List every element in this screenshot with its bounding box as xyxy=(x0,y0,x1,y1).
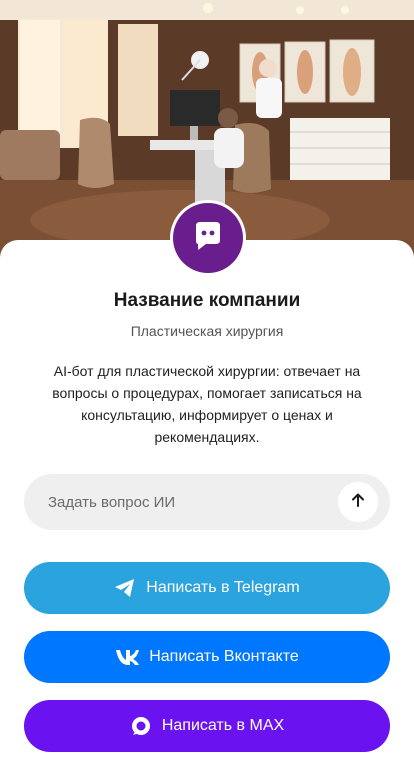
max-icon xyxy=(130,715,152,737)
telegram-button-label: Написать в Telegram xyxy=(146,579,300,596)
company-name: Название компании xyxy=(113,290,301,311)
vk-button[interactable]: Написать Вконтакте xyxy=(24,631,390,683)
telegram-icon xyxy=(114,578,136,598)
company-avatar xyxy=(170,200,246,276)
chat-bot-icon xyxy=(190,218,226,259)
company-description: AI-бот для пластической хирургии: отвеча… xyxy=(52,363,362,445)
max-button[interactable]: Написать в MAX xyxy=(24,700,390,752)
company-category: Пластическая хирургия xyxy=(130,323,284,339)
arrow-up-icon xyxy=(349,491,367,514)
vk-button-label: Написать Вконтакте xyxy=(149,648,299,665)
vk-icon xyxy=(115,649,140,665)
send-question-button[interactable] xyxy=(338,482,378,522)
ask-ai-field[interactable]: Задать вопрос ИИ xyxy=(24,474,390,530)
telegram-button[interactable]: Написать в Telegram xyxy=(24,562,390,614)
avatar-background xyxy=(173,203,243,273)
ask-ai-placeholder[interactable]: Задать вопрос ИИ xyxy=(48,494,338,511)
max-button-label: Написать в MAX xyxy=(161,717,285,734)
